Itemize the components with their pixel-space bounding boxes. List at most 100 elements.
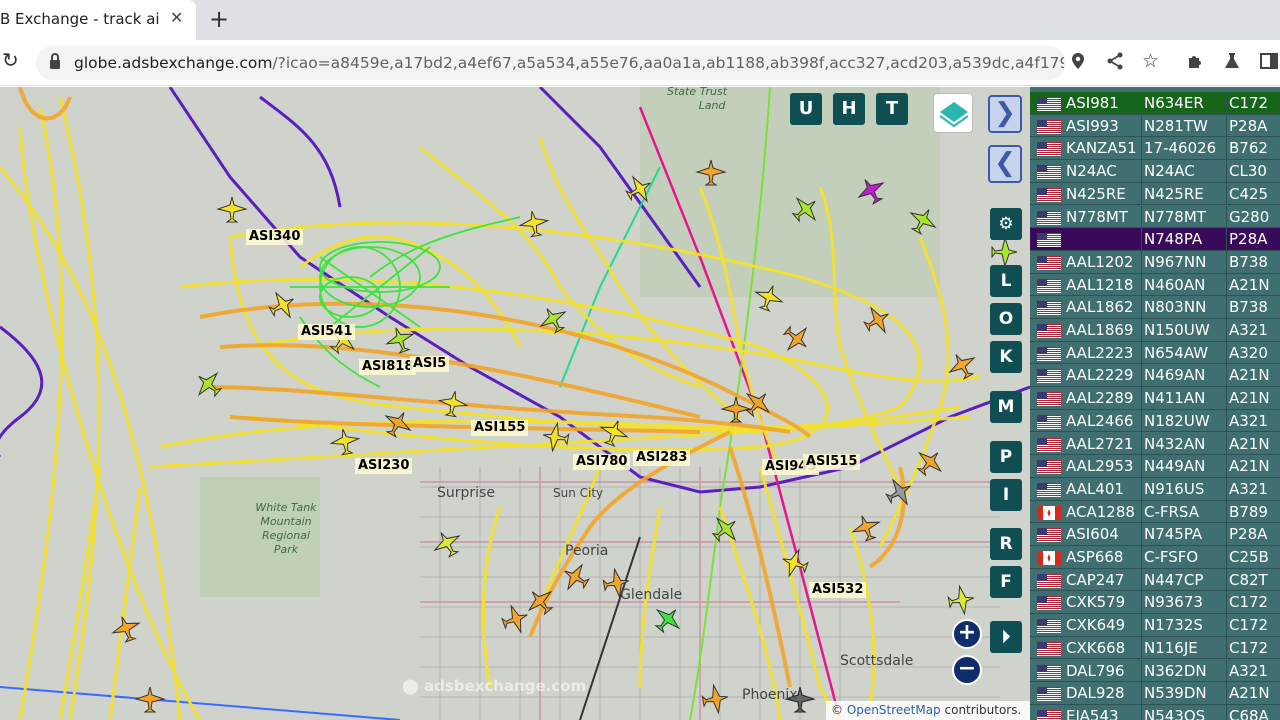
us-flag-icon	[1037, 641, 1061, 656]
table-row[interactable]: AAL2466 N182UW A321	[1030, 409, 1280, 433]
toggle-p-button[interactable]: P	[990, 441, 1022, 473]
table-row[interactable]: ASI604 N745PA P28A	[1030, 523, 1280, 546]
flight-map[interactable]: Surprise Sun City Peoria Glendale Scotts…	[0, 87, 1030, 720]
table-row[interactable]: AAL2289 N411AN A21N	[1030, 387, 1280, 410]
column-divider	[1226, 568, 1227, 591]
table-row[interactable]: AAL2223 N654AW A320	[1030, 341, 1280, 365]
column-divider	[1141, 341, 1142, 364]
place-white-tank-line3: Regional	[262, 529, 310, 542]
browser-tab[interactable]: B Exchange - track ai ✕	[0, 0, 196, 40]
table-row[interactable]: CAP247 N447CP C82T	[1030, 568, 1280, 592]
table-row[interactable]: EJA543 N543QS C68A	[1030, 704, 1280, 720]
column-divider	[1226, 523, 1227, 546]
table-row[interactable]: N24AC N24AC CL30	[1030, 160, 1280, 183]
map-canvas[interactable]: Surprise Sun City Peoria Glendale Scotts…	[0, 87, 1030, 720]
callsign-cell: ASI981	[1066, 94, 1119, 112]
site-info-icon[interactable]	[48, 52, 62, 74]
table-row[interactable]: AAL1869 N150UW A321	[1030, 319, 1280, 342]
toggle-t-button[interactable]: T	[876, 93, 908, 125]
lab-flask-icon[interactable]	[1224, 52, 1240, 75]
aircraft-label[interactable]: ASI230	[355, 458, 413, 474]
table-row[interactable]: N425RE N425RE C425	[1030, 182, 1280, 206]
toggle-o-button[interactable]: O	[990, 303, 1022, 335]
zoom-out-button[interactable]: −	[952, 655, 982, 685]
aircraft-type-cell: C172	[1229, 638, 1269, 657]
toggle-i-button[interactable]: I	[990, 479, 1022, 511]
table-row[interactable]: AAL1202 N967NN B738	[1030, 250, 1280, 274]
column-divider	[1226, 250, 1227, 273]
column-divider	[1226, 228, 1227, 251]
table-row[interactable]: N778MT N778MT G280	[1030, 205, 1280, 229]
share-icon[interactable]	[1106, 52, 1124, 75]
table-row[interactable]: CXK668 N116JE C172	[1030, 636, 1280, 660]
aircraft-label[interactable]: ASI5	[410, 356, 450, 372]
column-divider	[1226, 659, 1227, 682]
browser-toolbar: ↻ globe.adsbexchange.com/?icao=a8459e,a1…	[0, 40, 1280, 86]
callsign-cell: EJA543	[1066, 706, 1119, 720]
toggle-l-button[interactable]: L	[990, 265, 1022, 297]
table-row[interactable]: AAL401 N916US A321	[1030, 477, 1280, 501]
osm-link[interactable]: OpenStreetMap	[847, 703, 941, 717]
settings-button[interactable]: ⚙	[990, 208, 1022, 240]
side-panel-icon[interactable]	[1260, 52, 1278, 75]
plus-icon: +	[957, 620, 977, 645]
location-icon[interactable]	[1071, 52, 1085, 75]
aircraft-label[interactable]: ASI340	[246, 229, 304, 245]
callsign-cell: N778MT	[1066, 207, 1128, 226]
aircraft-type-cell: C68A	[1229, 706, 1269, 720]
column-divider	[1226, 455, 1227, 478]
aircraft-label[interactable]: ASI780	[573, 454, 631, 470]
replay-button[interactable]: ⏵	[990, 621, 1022, 653]
address-bar[interactable]: globe.adsbexchange.com/?icao=a8459e,a17b…	[36, 46, 1066, 80]
column-divider	[1141, 614, 1142, 637]
callsign-cell: AAL1869	[1066, 321, 1134, 339]
aircraft-label[interactable]: ASI818	[359, 359, 417, 375]
table-row[interactable]: CXK579 N93673 C172	[1030, 591, 1280, 615]
extensions-icon[interactable]	[1186, 52, 1204, 75]
column-divider	[1141, 250, 1142, 273]
toggle-h-button[interactable]: H	[833, 93, 865, 125]
toggle-m-button[interactable]: M	[990, 391, 1022, 423]
place-peoria: Peoria	[565, 543, 608, 559]
aircraft-type-cell: P28A	[1229, 116, 1268, 135]
toggle-k-button[interactable]: K	[990, 341, 1022, 373]
column-divider	[1141, 409, 1142, 432]
table-row[interactable]: CXK649 N1732S C172	[1030, 614, 1280, 637]
aircraft-label[interactable]: ASI283	[633, 450, 691, 466]
aircraft-label[interactable]: ASI155	[471, 420, 529, 436]
expand-sidebar-button[interactable]: ❯	[988, 95, 1022, 133]
reload-icon[interactable]: ↻	[2, 48, 19, 72]
toggle-u-button[interactable]: U	[790, 93, 822, 125]
table-row[interactable]: AAL2721 N432AN A21N	[1030, 432, 1280, 456]
callsign-cell: CXK649	[1066, 616, 1126, 635]
toggle-r-button[interactable]: R	[990, 528, 1022, 560]
table-row[interactable]: KANZA51 17-46026 B762	[1030, 137, 1280, 161]
table-row[interactable]: ASP668 C-FSFO C25B	[1030, 546, 1280, 569]
table-row[interactable]: DAL928 N539DN A21N	[1030, 682, 1280, 705]
tab-close-icon[interactable]: ✕	[170, 8, 183, 27]
copyright-symbol: ©	[831, 703, 843, 717]
aircraft-type-cell: C172	[1229, 593, 1269, 612]
aircraft-label[interactable]: ASI515	[803, 454, 861, 470]
table-row[interactable]: ASI993 N281TW P28A	[1030, 114, 1280, 138]
column-divider	[1141, 364, 1142, 387]
aircraft-label[interactable]: ASI541	[298, 324, 356, 340]
layers-button[interactable]	[933, 93, 973, 133]
registration-cell: N432AN	[1144, 434, 1206, 453]
table-row[interactable]: AAL2953 N449AN A21N	[1030, 455, 1280, 478]
table-row[interactable]: N748PA P28A	[1030, 228, 1280, 251]
place-phoenix: Phoenix	[742, 687, 798, 703]
new-tab-icon[interactable]: +	[209, 5, 229, 33]
table-row[interactable]: ASI981 N634ER C172	[1030, 92, 1280, 115]
table-row[interactable]: AAL1218 N460AN A21N	[1030, 273, 1280, 297]
collapse-sidebar-button[interactable]: ❮	[988, 145, 1022, 183]
toggle-f-button[interactable]: F	[990, 566, 1022, 598]
aircraft-label[interactable]: ASI532	[809, 582, 867, 598]
aircraft-type-cell: G280	[1229, 207, 1270, 226]
zoom-in-button[interactable]: +	[952, 619, 982, 649]
table-row[interactable]: ACA1288 C-FRSA B789	[1030, 500, 1280, 524]
bookmark-star-icon[interactable]: ☆	[1142, 50, 1159, 72]
table-row[interactable]: AAL2229 N469AN A21N	[1030, 364, 1280, 388]
table-row[interactable]: DAL796 N362DN A321	[1030, 659, 1280, 683]
table-row[interactable]: AAL1862 N803NN B738	[1030, 296, 1280, 319]
